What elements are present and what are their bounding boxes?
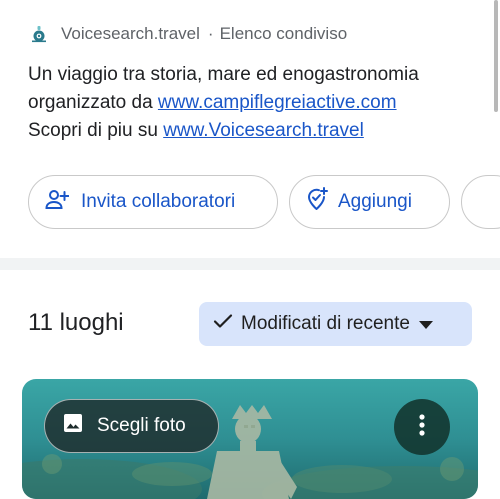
choose-photo-button[interactable]: Scegli foto (44, 399, 219, 453)
add-person-icon (45, 188, 70, 216)
description-line-1: Un viaggio tra storia, mare ed enogastro… (28, 64, 419, 85)
organizer-link[interactable]: www.campiflegreiactive.com (158, 92, 397, 113)
add-place-button[interactable]: Aggiungi (289, 175, 450, 229)
voicesearch-link[interactable]: www.Voicesearch.travel (163, 120, 364, 141)
list-description: Un viaggio tra storia, mare ed enogastro… (28, 61, 488, 145)
dropdown-caret-icon (418, 313, 433, 335)
more-vertical-icon (419, 413, 425, 441)
list-title-partial (28, 0, 35, 13)
description-line-2: organizzato da www.campiflegreiactive.co… (28, 89, 488, 117)
list-type: Elenco condiviso (219, 24, 348, 43)
description-organizer-prefix: organizzato da (28, 92, 158, 113)
description-more-prefix: Scopri di piu su (28, 120, 164, 141)
section-divider (0, 258, 500, 270)
place-photo[interactable]: Scegli foto (22, 379, 478, 499)
scrollbar-thumb[interactable] (494, 0, 498, 112)
voicesearch-logo-icon (30, 25, 48, 43)
add-label: Aggiungi (338, 191, 412, 212)
invite-collaborators-button[interactable]: Invita collaboratori (28, 175, 278, 229)
description-line-3: Scopri di piu su www.Voicesearch.travel (28, 117, 488, 145)
invite-label: Invita collaboratori (81, 191, 236, 212)
add-location-icon (306, 187, 328, 217)
source-row: Voicesearch.travel · Elenco condiviso (30, 22, 347, 46)
image-icon (63, 413, 83, 439)
source-separator: · (207, 24, 214, 43)
more-actions-button-partial[interactable] (461, 175, 500, 229)
places-count: 11 luoghi (28, 309, 124, 336)
check-icon (213, 313, 233, 335)
photo-more-button[interactable] (394, 399, 450, 455)
source-site[interactable]: Voicesearch.travel (61, 24, 200, 44)
sort-dropdown[interactable]: Modificati di recente (199, 302, 472, 346)
sort-label: Modificati di recente (241, 313, 410, 334)
choose-photo-label: Scegli foto (97, 415, 186, 436)
